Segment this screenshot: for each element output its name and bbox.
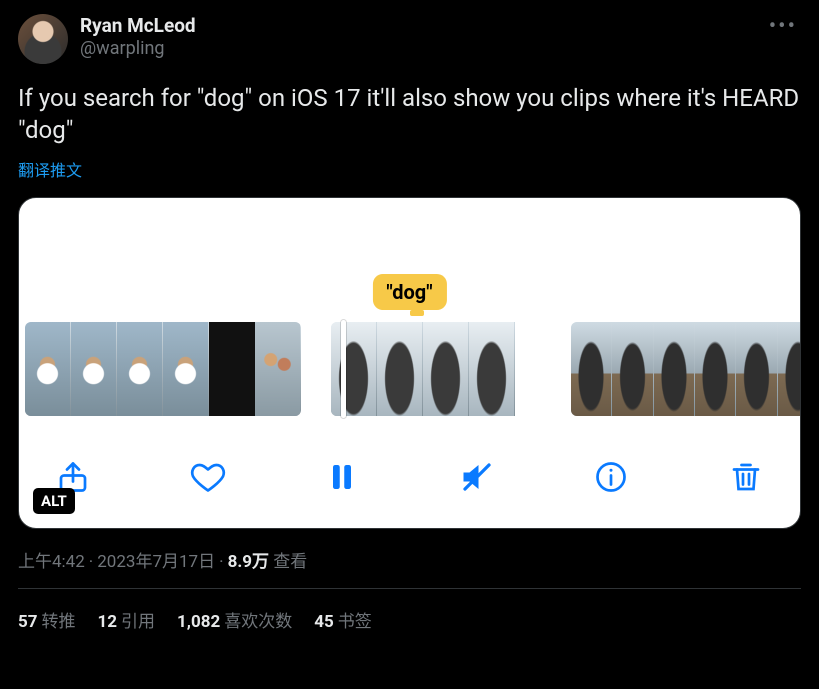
- stat-bookmarks[interactable]: 45书签: [314, 607, 372, 632]
- tweet-container: Ryan McLeod @warpling ••• If you search …: [0, 0, 819, 632]
- clip-group[interactable]: [25, 322, 301, 416]
- more-icon[interactable]: •••: [765, 14, 801, 40]
- clip-group[interactable]: [331, 322, 541, 416]
- video-frame: [423, 322, 469, 416]
- video-frame: [736, 322, 777, 416]
- video-frame: [209, 322, 255, 416]
- video-frame: [469, 322, 515, 416]
- video-frame: [163, 322, 209, 416]
- mute-icon[interactable]: [459, 459, 495, 495]
- playhead[interactable]: [341, 320, 346, 418]
- trash-icon[interactable]: [728, 459, 764, 495]
- stat-quotes[interactable]: 12引用: [98, 607, 156, 632]
- video-frame: [25, 322, 71, 416]
- translate-link[interactable]: 翻译推文: [18, 157, 82, 181]
- tweet-meta: 上午4:42·2023年7月17日·8.9万 查看: [18, 547, 801, 572]
- video-frame: [695, 322, 736, 416]
- avatar[interactable]: [18, 14, 68, 64]
- video-filmstrip[interactable]: [19, 322, 800, 416]
- video-frame: [778, 322, 801, 416]
- alt-badge[interactable]: ALT: [33, 488, 75, 514]
- search-tooltip: "dog": [372, 274, 446, 310]
- tweet-date[interactable]: 2023年7月17日: [97, 552, 215, 572]
- video-frame: [255, 322, 301, 416]
- video-frame: [331, 322, 377, 416]
- tweet-header: Ryan McLeod @warpling •••: [18, 14, 801, 64]
- user-handle: @warpling: [80, 38, 765, 61]
- stats-row: 57转推 12引用 1,082喜欢次数 45书签: [18, 607, 801, 632]
- video-frame: [612, 322, 653, 416]
- pause-icon[interactable]: [324, 459, 360, 495]
- video-frame: [117, 322, 163, 416]
- tweet-text: If you search for "dog" on iOS 17 it'll …: [18, 82, 801, 147]
- video-frame: [71, 322, 117, 416]
- display-name: Ryan McLeod: [80, 14, 765, 38]
- tweet-time[interactable]: 上午4:42: [18, 552, 85, 572]
- stat-likes[interactable]: 1,082喜欢次数: [177, 607, 292, 632]
- views-label: 查看: [273, 552, 307, 572]
- divider: [18, 588, 801, 589]
- heart-icon[interactable]: [190, 459, 226, 495]
- video-frame: [377, 322, 423, 416]
- info-icon[interactable]: [593, 459, 629, 495]
- media-card[interactable]: "dog": [18, 197, 801, 529]
- views-count: 8.9万: [228, 552, 269, 572]
- stat-retweets[interactable]: 57转推: [18, 607, 76, 632]
- identity-block[interactable]: Ryan McLeod @warpling: [80, 14, 765, 60]
- tooltip-tick: [410, 310, 424, 316]
- clip-group[interactable]: [571, 322, 801, 416]
- video-frame: [654, 322, 695, 416]
- media-toolbar: [19, 432, 800, 528]
- video-frame: [571, 322, 612, 416]
